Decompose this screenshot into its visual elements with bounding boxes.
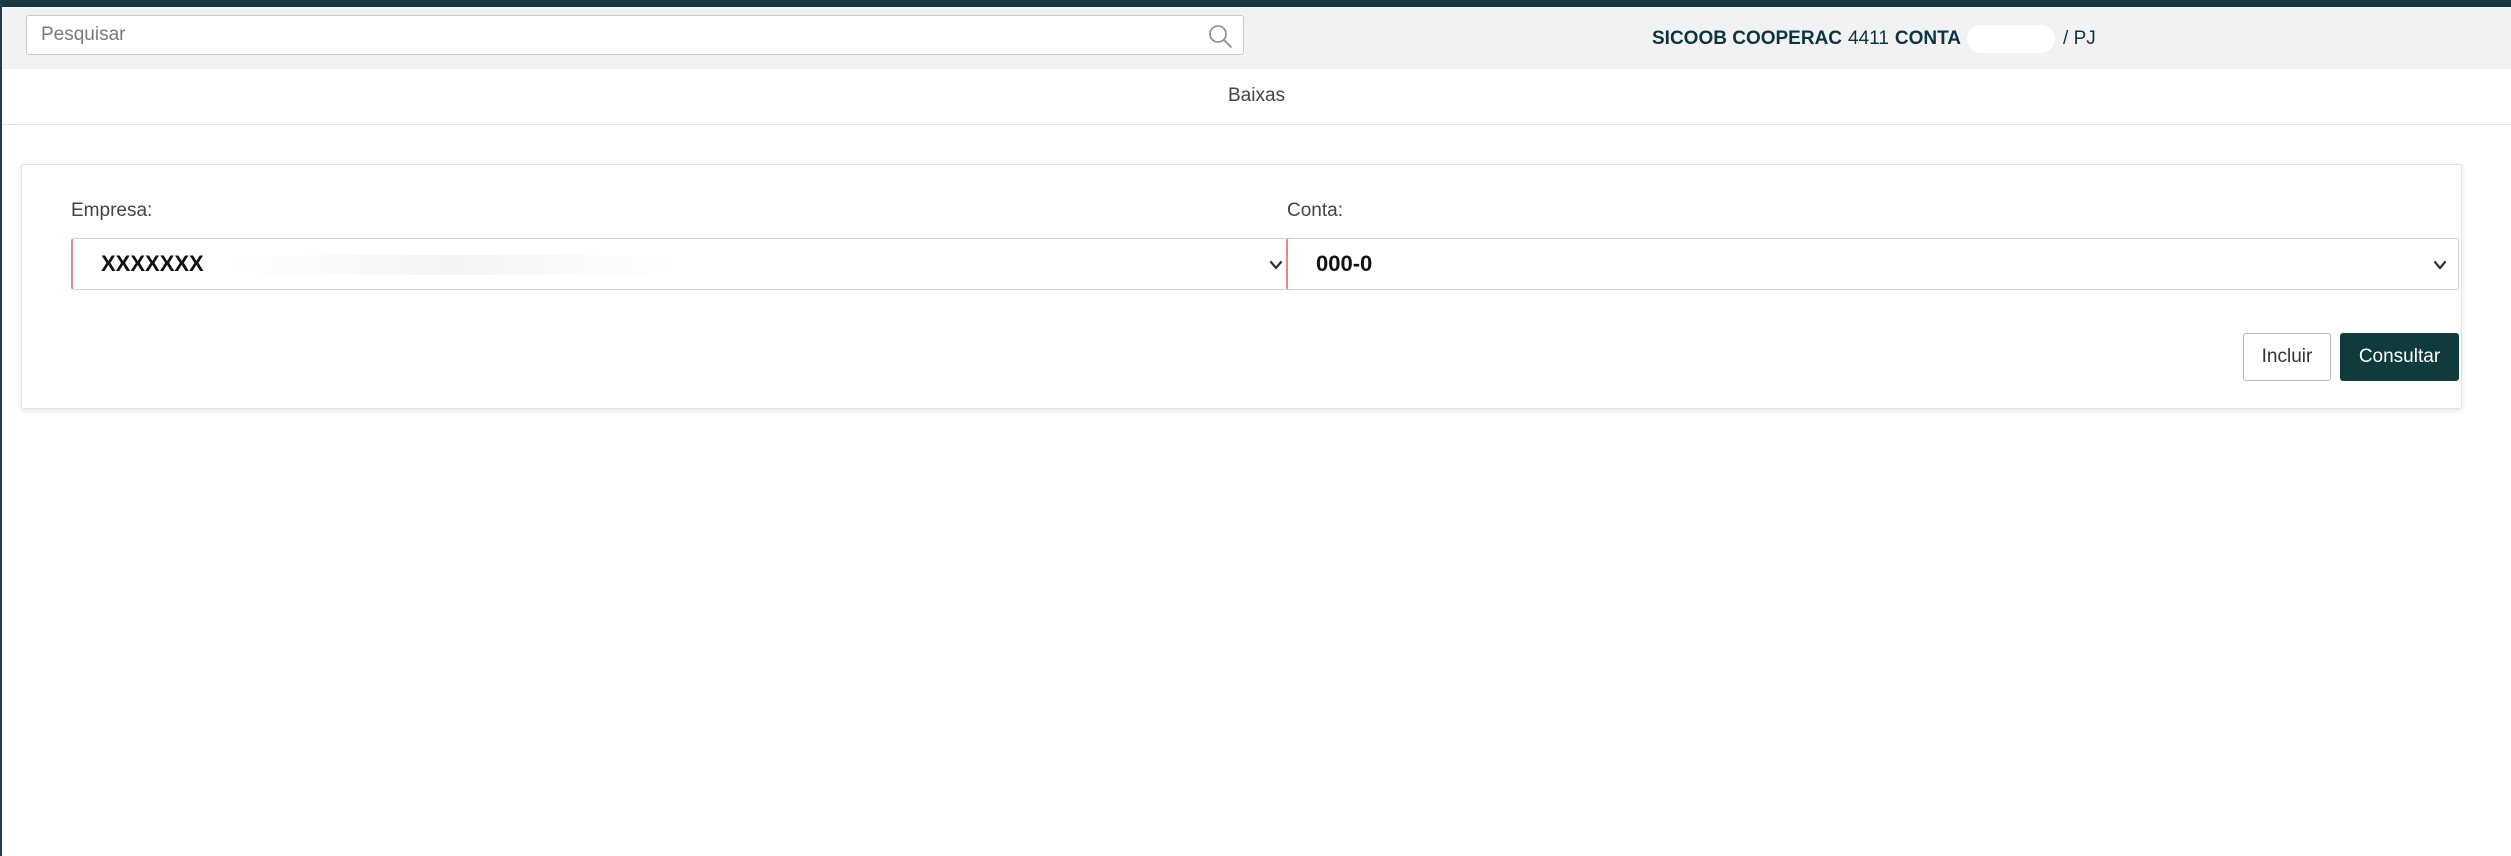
search-box[interactable]: [26, 15, 1244, 55]
conta-select[interactable]: 000-0: [1286, 238, 2459, 290]
search-input[interactable]: [27, 16, 1197, 54]
agency-number: 4411: [1848, 28, 1889, 49]
conta-value: 000-0: [1316, 251, 1373, 276]
redacted-company-name: [223, 255, 683, 275]
consultar-button[interactable]: Consultar: [2340, 333, 2459, 381]
chevron-down-icon[interactable]: [1268, 257, 1284, 273]
filter-card: Empresa: XXXXXXX Conta: 000-0 Incluir Co…: [21, 164, 2462, 409]
redacted-account-number: [1967, 25, 2056, 53]
header-bar: SICOOB COOPERAC 4411 CONTA / PJ: [2, 7, 2511, 69]
conta-label: Conta:: [1287, 200, 1343, 221]
empresa-value: XXXXXXX: [101, 251, 204, 276]
search-icon[interactable]: [1207, 23, 1233, 49]
chevron-down-icon[interactable]: [2432, 257, 2448, 273]
account-info: SICOOB COOPERAC 4411 CONTA / PJ: [1652, 25, 2096, 53]
empresa-select[interactable]: XXXXXXX: [71, 238, 1295, 290]
page-title-bar: Baixas: [2, 69, 2511, 125]
account-type: / PJ: [2063, 28, 2096, 49]
conta-label: CONTA: [1894, 28, 1962, 49]
top-accent-bar: [2, 0, 2511, 7]
incluir-button[interactable]: Incluir: [2243, 333, 2331, 381]
page-title: Baixas: [1227, 85, 1286, 106]
empresa-label: Empresa:: [71, 200, 153, 221]
app-window: SICOOB COOPERAC 4411 CONTA / PJ Baixas E…: [0, 0, 2511, 856]
bank-name: SICOOB COOPERAC: [1652, 28, 1843, 49]
